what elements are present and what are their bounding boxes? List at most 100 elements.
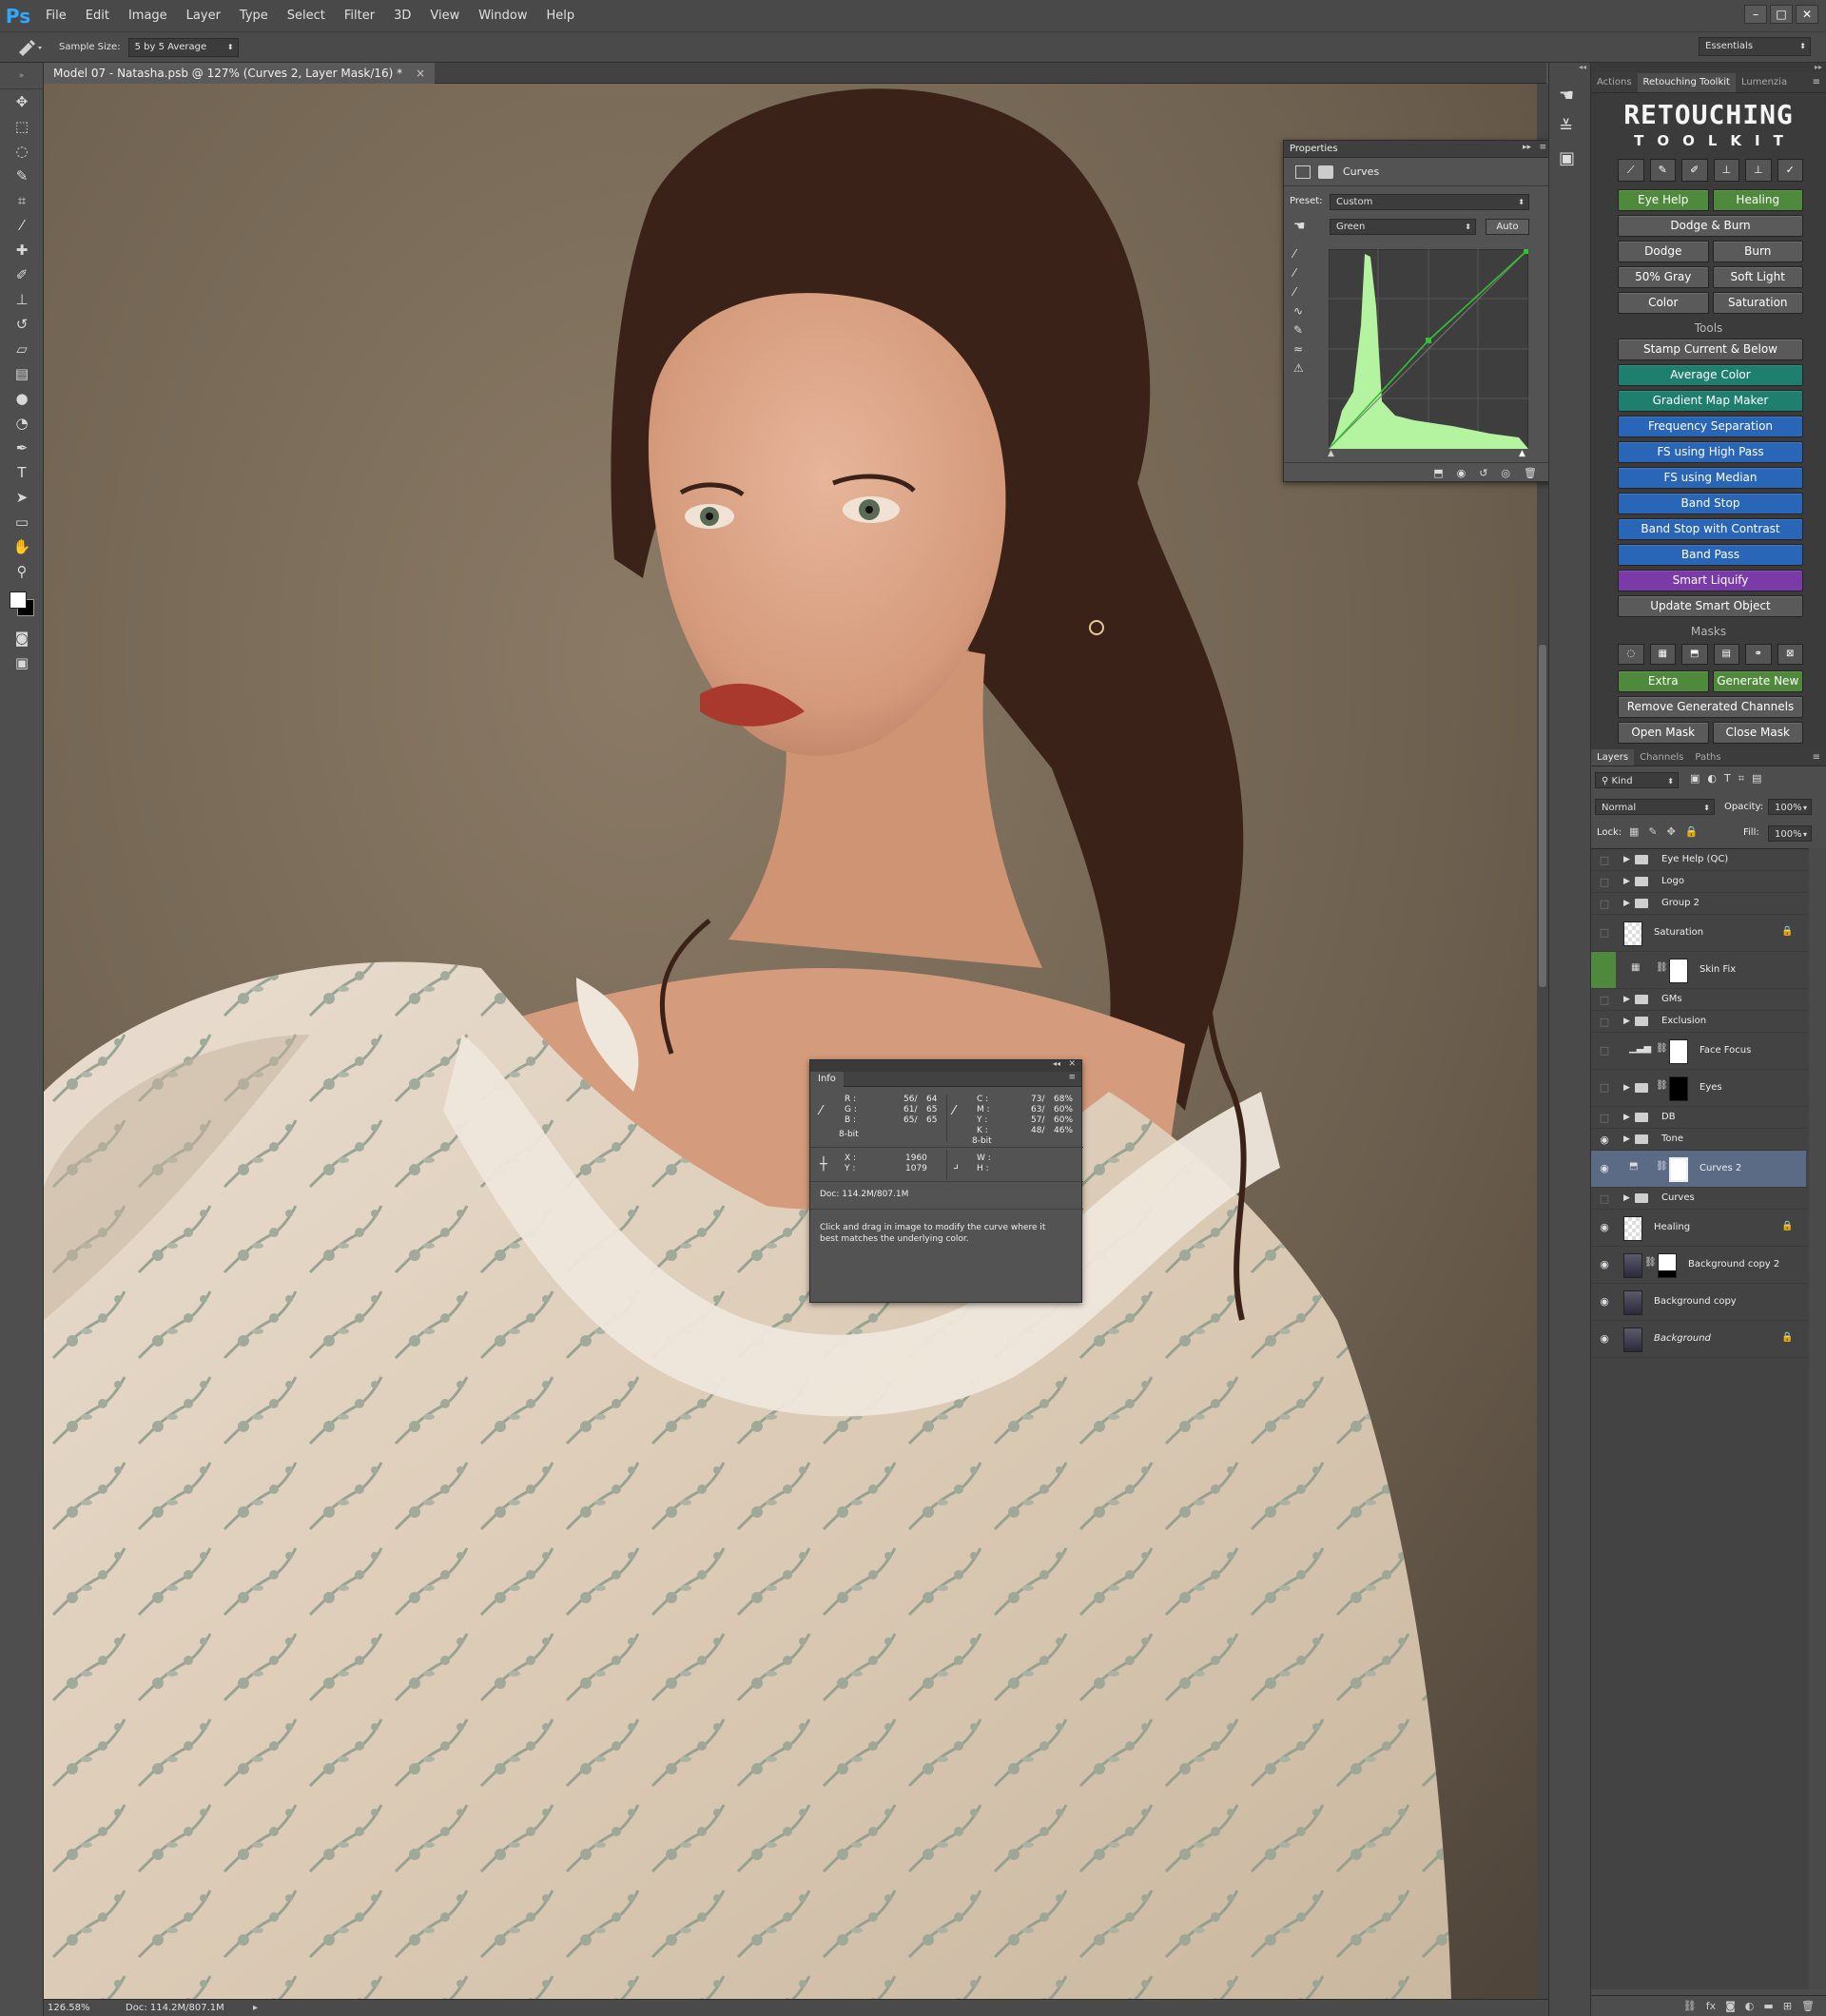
foreground-color-swatch[interactable]	[10, 591, 27, 609]
close-panel-icon[interactable]: ✕	[1068, 1059, 1076, 1069]
expand-arrow-icon[interactable]: ▶	[1623, 855, 1630, 864]
generate-new-button[interactable]: Generate New	[1712, 670, 1803, 692]
dodge-tool-icon[interactable]: ◔	[0, 411, 44, 436]
healing-brush-tool-icon[interactable]: ✚	[0, 238, 44, 262]
black-point-slider[interactable]: ▲	[1328, 449, 1334, 458]
move-tool-icon[interactable]: ✥	[0, 89, 44, 114]
smudge-icon[interactable]: ✓	[1777, 159, 1803, 182]
status-menu-icon[interactable]: ▸	[253, 2000, 258, 2016]
document-tab[interactable]: Model 07 - Natasha.psb @ 127% (Curves 2,…	[44, 63, 436, 84]
auto-button[interactable]: Auto	[1486, 219, 1529, 235]
stamp-alt-icon[interactable]: ⊥	[1745, 159, 1772, 182]
lock-position-icon[interactable]: ✥	[1667, 825, 1676, 838]
maximize-button[interactable]: □	[1770, 5, 1793, 24]
visibility-off-icon[interactable]: □	[1597, 926, 1612, 939]
gradient-tool-icon[interactable]: ▤	[0, 361, 44, 386]
reset-icon[interactable]: ↺	[1479, 467, 1487, 479]
visibility-eye-icon[interactable]: ◎	[1501, 467, 1510, 479]
tab-lumenzia[interactable]: Lumenzia	[1736, 73, 1793, 92]
info-tab[interactable]: Info	[810, 1072, 844, 1087]
screen-mode-icon[interactable]: ▣	[0, 650, 44, 675]
link-icon[interactable]: ⛓	[1656, 1161, 1668, 1172]
menu-view[interactable]: View	[420, 0, 469, 32]
quick-mask-icon[interactable]: ◙	[0, 626, 44, 650]
expand-arrow-icon[interactable]: ▶	[1623, 995, 1630, 1004]
band-stop-button[interactable]: Band Stop	[1618, 493, 1803, 514]
fs-high-pass-button[interactable]: FS using High Pass	[1618, 441, 1803, 463]
layer-row[interactable]: □ ▶ Curves	[1591, 1188, 1806, 1210]
link-icon[interactable]: ⛓	[1656, 1043, 1668, 1054]
menu-filter[interactable]: Filter	[335, 0, 384, 32]
clone-stamp-tool-icon[interactable]: ⊥	[0, 287, 44, 312]
visibility-off-icon[interactable]: □	[1597, 1081, 1612, 1094]
adjustments-panel-icon[interactable]: ≚	[1559, 117, 1581, 137]
layer-row[interactable]: □ ▁▃▅ ⛓ Face Focus	[1591, 1033, 1806, 1070]
eyedropper-tool-icon[interactable]: ⁄	[0, 213, 44, 238]
curves-graph[interactable]	[1329, 249, 1528, 449]
fs-median-button[interactable]: FS using Median	[1618, 467, 1803, 489]
layer-style-icon[interactable]: fx	[1706, 2000, 1716, 2012]
layer-row[interactable]: ◉ ⛓ Background copy 2	[1591, 1247, 1806, 1284]
levels-mask-icon[interactable]: ▤	[1713, 644, 1739, 665]
visibility-eye-icon[interactable]: ◉	[1597, 1258, 1612, 1270]
visibility-off-icon[interactable]: □	[1597, 1192, 1612, 1205]
white-point-slider[interactable]: ▲	[1519, 449, 1525, 458]
menu-file[interactable]: File	[36, 0, 76, 32]
curves-mask-icon[interactable]: ⬒	[1681, 644, 1708, 665]
layer-row[interactable]: ◉ Healing 🔒	[1591, 1210, 1806, 1247]
color-button[interactable]: Color	[1618, 292, 1709, 314]
curve-point-icon[interactable]: ∿	[1293, 304, 1312, 318]
visibility-off-icon[interactable]: □	[1597, 854, 1612, 866]
filter-pixel-icon[interactable]: ▣	[1690, 772, 1700, 785]
pencil-icon[interactable]: ✐	[1681, 159, 1708, 182]
channels-mask-icon[interactable]: ⚭	[1745, 644, 1772, 665]
collapse-icon[interactable]: »	[0, 63, 43, 89]
select-mask-icon[interactable]: ◌	[1618, 644, 1644, 665]
expand-arrow-icon[interactable]: ▶	[1623, 899, 1630, 908]
layer-row[interactable]: □ ▶ Logo	[1591, 871, 1806, 893]
layer-row[interactable]: ▦ ⛓ Skin Fix	[1591, 952, 1806, 989]
expand-arrow-icon[interactable]: ▶	[1623, 1113, 1630, 1122]
layers-scrollbar[interactable]	[1809, 848, 1826, 1989]
marquee-tool-icon[interactable]: ⬚	[0, 114, 44, 139]
new-adjustment-icon[interactable]: ◐	[1745, 2000, 1755, 2012]
visibility-eye-icon[interactable]: ◉	[1597, 1162, 1612, 1174]
crop-tool-icon[interactable]: ⌗	[0, 188, 44, 213]
visibility-off-icon[interactable]: □	[1597, 876, 1612, 888]
menu-select[interactable]: Select	[278, 0, 335, 32]
link-layers-icon[interactable]: ⛓	[1683, 2000, 1697, 2012]
layer-row[interactable]: □ ▶ Group 2	[1591, 893, 1806, 915]
layer-filter-kind-select[interactable]: ⚲ Kind ⬍	[1595, 772, 1679, 788]
minimize-button[interactable]: –	[1744, 5, 1767, 24]
trash-icon[interactable]: 🗑	[1524, 467, 1537, 479]
eyedropper-preset-icon[interactable]	[0, 32, 59, 63]
sample-white-icon[interactable]: ⁄	[1293, 285, 1312, 299]
layer-mask-thumbnail[interactable]	[1669, 1039, 1688, 1064]
update-smart-object-button[interactable]: Update Smart Object	[1618, 595, 1803, 617]
brush-tool-icon[interactable]: ✐	[0, 262, 44, 287]
visibility-eye-icon[interactable]: ◉	[1597, 1134, 1612, 1146]
remove-generated-channels-button[interactable]: Remove Generated Channels	[1618, 696, 1803, 718]
brush-icon[interactable]: ⟋	[1618, 159, 1644, 182]
stamp-icon[interactable]: ⊥	[1713, 159, 1739, 182]
sample-black-icon[interactable]: ⁄	[1293, 247, 1312, 261]
dodge-burn-button[interactable]: Dodge & Burn	[1618, 215, 1803, 237]
menu-image[interactable]: Image	[119, 0, 177, 32]
filter-shape-icon[interactable]: ⌗	[1739, 772, 1744, 785]
filter-smart-object-icon[interactable]: ▤	[1752, 772, 1761, 785]
hand-tool-icon[interactable]: ✋	[0, 534, 44, 559]
sample-size-select[interactable]: 5 by 5 Average ⬍	[127, 37, 239, 57]
type-tool-icon[interactable]: T	[0, 460, 44, 485]
layer-row[interactable]: ◉ Background copy	[1591, 1284, 1806, 1321]
saturation-button[interactable]: Saturation	[1712, 292, 1803, 314]
burn-button[interactable]: Burn	[1712, 241, 1803, 262]
layer-row[interactable]: □ ▶ Eye Help (QC)	[1591, 849, 1806, 871]
dodge-button[interactable]: Dodge	[1618, 241, 1709, 262]
color-swatches[interactable]	[0, 584, 43, 626]
tab-paths[interactable]: Paths	[1689, 749, 1726, 766]
blend-mode-select[interactable]: Normal ⬍	[1595, 799, 1715, 815]
filter-type-icon[interactable]: T	[1724, 772, 1731, 785]
properties-tab[interactable]: Properties	[1290, 144, 1338, 154]
lock-transparent-icon[interactable]: ▦	[1629, 825, 1639, 838]
stamp-current-below-button[interactable]: Stamp Current & Below	[1618, 339, 1803, 360]
